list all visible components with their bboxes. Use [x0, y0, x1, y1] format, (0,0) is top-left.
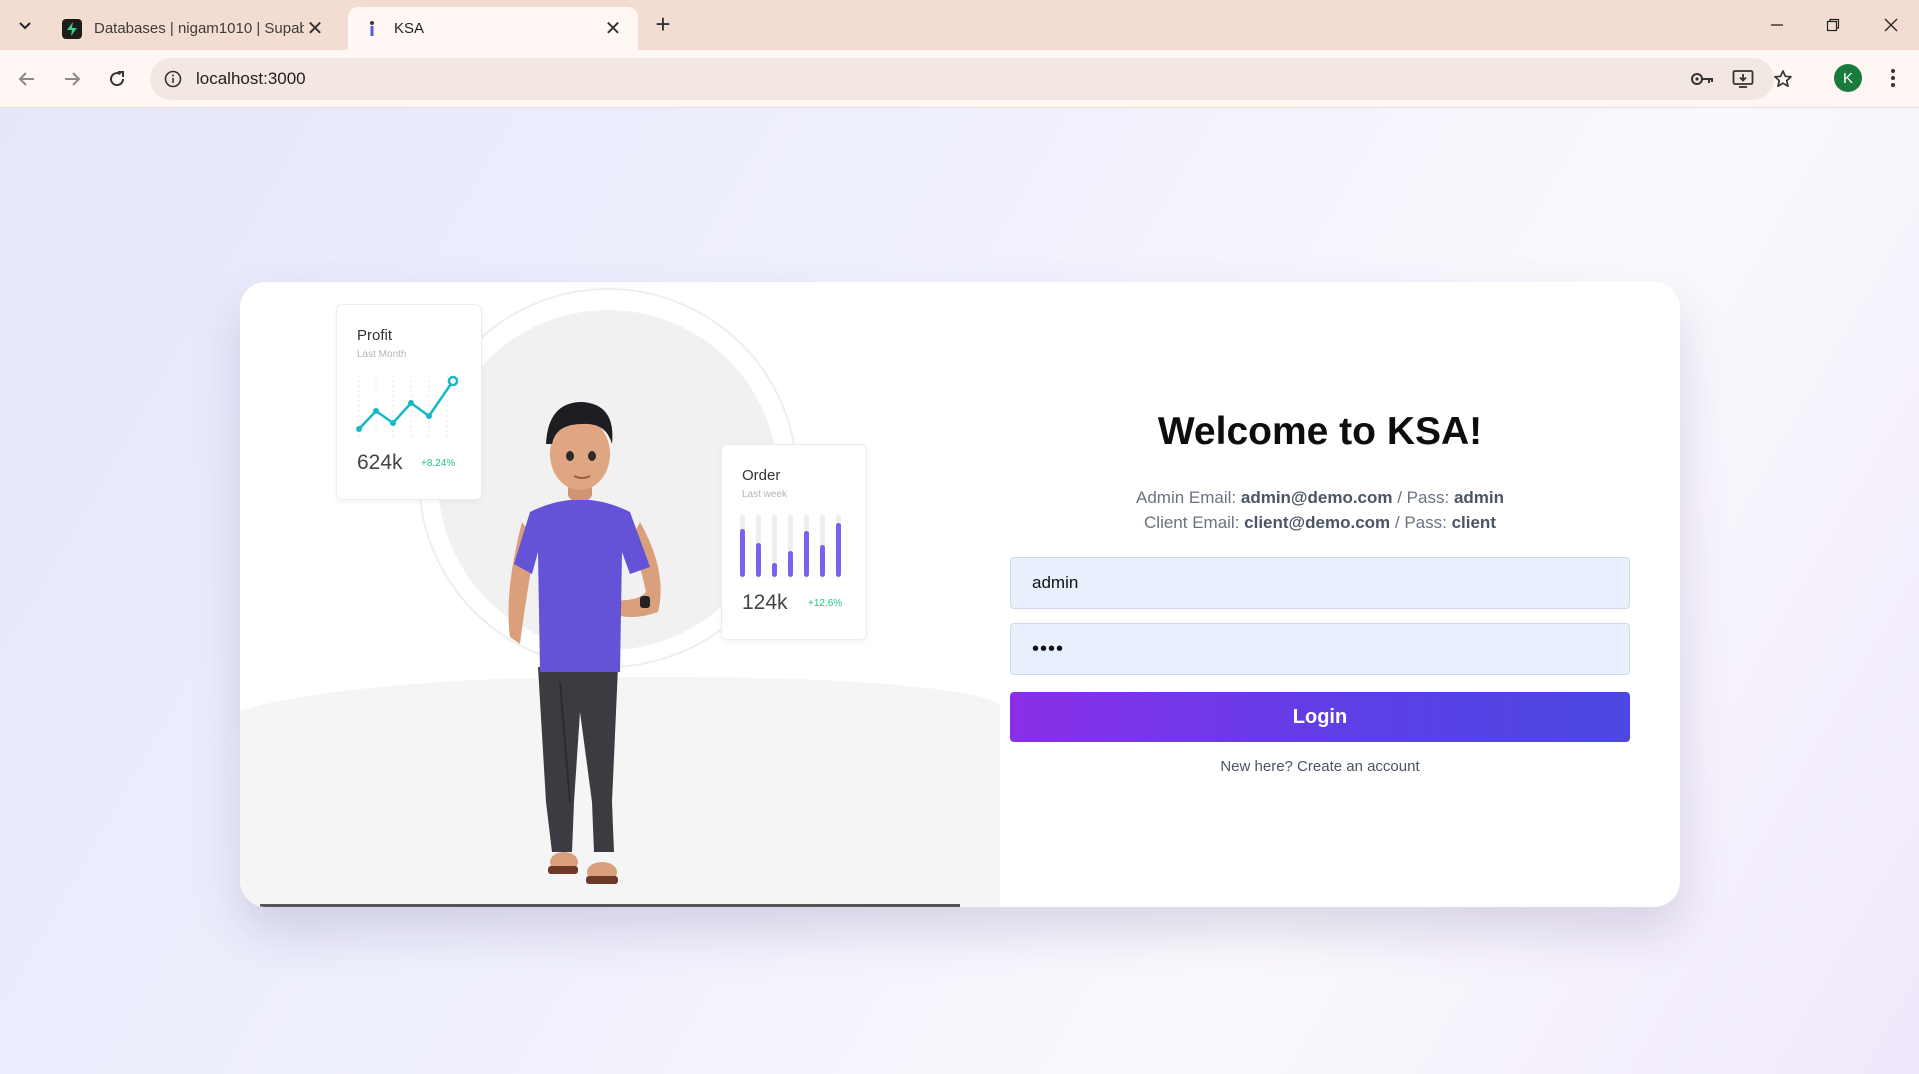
page-title: Welcome to KSA!: [1157, 410, 1483, 453]
supabase-icon: [62, 18, 82, 39]
illustration-panel: Profit Last Month 624k +8.24% Order Last…: [240, 282, 1000, 907]
page-icon: [362, 19, 382, 39]
address-bar[interactable]: localhost:3000: [150, 58, 1792, 100]
forward-button[interactable]: [55, 62, 89, 96]
client-credentials: Client Email: client@demo.com / Pass: cl…: [960, 513, 1680, 533]
profit-line-chart: [356, 375, 459, 437]
baseline-divider: [260, 904, 960, 907]
tab-title: Databases | nigam1010 | Supab: [94, 20, 304, 37]
password-field[interactable]: ••••: [1010, 623, 1630, 675]
close-icon[interactable]: ✕: [602, 18, 624, 40]
arrow-right-icon: [65, 72, 81, 86]
order-subtitle: Last week: [742, 489, 788, 500]
url-text: localhost:3000: [196, 69, 306, 88]
client-pass-label: / Pass:: [1390, 513, 1452, 532]
reload-button[interactable]: [100, 62, 134, 96]
login-card: Profit Last Month 624k +8.24% Order Last…: [240, 282, 1680, 907]
profit-value: 624k: [357, 451, 403, 474]
character-illustration: [508, 402, 661, 884]
order-change: +12.6%: [808, 598, 843, 609]
tab-supabase[interactable]: Databases | nigam1010 | Supab ✕: [48, 7, 340, 50]
site-info-icon[interactable]: [160, 66, 186, 92]
restore-button[interactable]: [1808, 8, 1858, 42]
client-email-label: Client Email:: [1144, 513, 1245, 532]
profile-avatar[interactable]: K: [1834, 64, 1862, 92]
new-tab-button[interactable]: +: [650, 11, 676, 38]
password-key-icon[interactable]: [1688, 66, 1718, 92]
profit-card: Profit Last Month 624k +8.24%: [336, 304, 482, 500]
page-background: Profit Last Month 624k +8.24% Order Last…: [0, 108, 1919, 1074]
chevron-down-icon: [19, 22, 31, 30]
client-pass-value: client: [1451, 513, 1496, 532]
restore-icon: [1826, 18, 1840, 32]
order-card: Order Last week 124k +12.6%: [721, 444, 867, 640]
minimize-icon: [1771, 24, 1783, 26]
profit-subtitle: Last Month: [357, 349, 407, 360]
close-icon: [1884, 18, 1898, 32]
admin-email-value: admin@demo.com: [1240, 488, 1393, 507]
email-field[interactable]: admin: [1010, 557, 1630, 609]
admin-email-label: Admin Email:: [1135, 488, 1241, 507]
create-account-link[interactable]: New here? Create an account: [960, 758, 1680, 775]
more-menu-icon[interactable]: [1878, 62, 1908, 94]
minimize-button[interactable]: [1752, 8, 1802, 42]
install-app-icon[interactable]: [1728, 66, 1758, 92]
order-value: 124k: [742, 591, 788, 614]
tab-ksa[interactable]: KSA ✕: [348, 7, 638, 50]
login-button[interactable]: Login: [1010, 692, 1630, 742]
profit-title: Profit: [357, 327, 393, 344]
close-icon[interactable]: ✕: [304, 18, 326, 40]
bookmark-star-icon[interactable]: [1768, 66, 1798, 92]
profit-change: +8.24%: [421, 458, 456, 469]
admin-credentials: Admin Email: admin@demo.com / Pass: admi…: [960, 488, 1680, 508]
tab-strip: Databases | nigam1010 | Supab ✕ KSA ✕ +: [0, 0, 1919, 50]
client-email-value: client@demo.com: [1244, 513, 1391, 532]
admin-pass-label: / Pass:: [1392, 488, 1454, 507]
login-form: Welcome to KSA! Admin Email: admin@demo.…: [960, 282, 1680, 907]
browser-toolbar: localhost:3000 K: [0, 50, 1919, 108]
admin-pass-value: admin: [1453, 488, 1504, 507]
tab-search-button[interactable]: [10, 10, 40, 40]
close-window-button[interactable]: [1866, 8, 1916, 42]
tab-title: KSA: [394, 20, 425, 37]
reload-icon: [110, 71, 125, 87]
arrow-left-icon: [18, 72, 34, 86]
order-bar-chart: [740, 515, 841, 577]
back-button[interactable]: [10, 62, 44, 96]
order-title: Order: [742, 467, 781, 484]
